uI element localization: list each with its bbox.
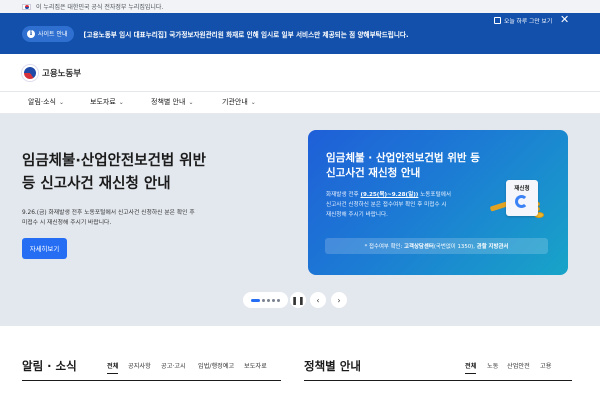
tab-all[interactable]: 전체 bbox=[107, 361, 119, 374]
hero-description-line: 미접수 시 재신청해 주시기 바랍니다. bbox=[22, 220, 112, 226]
tab-all[interactable]: 전체 bbox=[465, 361, 477, 374]
card-pill-office: 관할 지방관서 bbox=[476, 244, 509, 250]
card-pill-mid: (국번없이 1350), bbox=[433, 244, 476, 250]
policy-section-divider bbox=[304, 380, 572, 381]
nav-item-label[interactable]: 기관안내 bbox=[222, 97, 248, 107]
news-section-title: 알림 · 소식 bbox=[22, 359, 77, 373]
hero-title-line: 등 신고사건 재신청 안내 bbox=[22, 176, 171, 192]
nav-item-label[interactable]: 알림·소식 bbox=[28, 97, 56, 107]
chevron-down-icon: ⌄ bbox=[118, 98, 124, 106]
card-desc-line: 신고사건 신청하신 분은 접수여부 확인 후 미접수 시 bbox=[326, 202, 447, 208]
gov-banner-strip: 이 누리집은 대한민국 공식 전자정부 누리집입니다. bbox=[0, 0, 600, 13]
nav-item-policy[interactable]: 정책별 안내 ⌄ bbox=[151, 97, 193, 107]
card-title-line: 임금체불 · 산업안전보건법 위반 등 bbox=[326, 152, 480, 164]
hero-title: 임금체불·산업안전보건법 위반 등 신고사건 재신청 안내 bbox=[22, 150, 282, 196]
news-section-divider bbox=[22, 380, 281, 381]
nav-item-label[interactable]: 보도자료 bbox=[90, 97, 116, 107]
site-logo-text[interactable]: 고용노동부 bbox=[42, 67, 81, 79]
site-notice-badge-label: 사이트 안내 bbox=[38, 31, 68, 38]
tab-employment[interactable]: 고용 bbox=[540, 361, 551, 370]
chevron-down-icon: ⌄ bbox=[188, 98, 194, 106]
chevron-left-icon[interactable]: ‹ bbox=[310, 292, 326, 308]
nav-item-news[interactable]: 알림·소식 ⌄ bbox=[28, 97, 64, 107]
carousel-dot[interactable] bbox=[277, 298, 280, 302]
chevron-down-icon: ⌄ bbox=[250, 98, 256, 106]
chevron-right-icon[interactable]: › bbox=[331, 292, 347, 308]
dismiss-today-label[interactable]: 오늘 하루 그만 보기 bbox=[504, 16, 552, 25]
site-header: 고용노동부 bbox=[0, 54, 600, 91]
card-description: 화재발생 전후 (9.25(목)~9.28(일)) 노동포털에서 신고사건 신청… bbox=[326, 190, 486, 220]
tab-press[interactable]: 보도자료 bbox=[244, 361, 267, 370]
hero-description: 9.26.(금) 화재발생 전후 노동포털에서 신고사건 신청하신 분은 확인 … bbox=[22, 208, 262, 228]
site-notice-message: [고용노동부 임시 대표누리집] 국가정보자원관리원 화재로 인해 임시로 일부… bbox=[83, 30, 409, 39]
tab-notices[interactable]: 공지사항 bbox=[128, 361, 151, 370]
refresh-icon bbox=[515, 195, 528, 208]
checkbox-box[interactable] bbox=[494, 17, 501, 24]
policy-section-title: 정책별 안내 bbox=[304, 359, 361, 373]
card-pill-center: 고객상담센터 bbox=[404, 244, 434, 250]
document-label: 재신청 bbox=[514, 186, 530, 192]
card-desc-prefix: 화재발생 전후 bbox=[326, 192, 359, 198]
document-illustration: 재신청 bbox=[506, 180, 538, 216]
carousel-dot[interactable] bbox=[267, 298, 270, 302]
korean-flag-icon bbox=[22, 3, 31, 10]
chevron-down-icon: ⌄ bbox=[59, 98, 65, 106]
tab-labor[interactable]: 노동 bbox=[487, 361, 498, 370]
card-contact-pill: * 접수여부 확인: 고객상담센터 (국번없이 1350), 관할 지방관서 bbox=[325, 238, 548, 254]
nav-item-press[interactable]: 보도자료 ⌄ bbox=[90, 97, 124, 107]
tab-announcements[interactable]: 공고·고시 bbox=[161, 361, 186, 370]
card-desc-line: 재신청해 주시기 바랍니다. bbox=[326, 212, 388, 218]
nav-item-label[interactable]: 정책별 안내 bbox=[151, 97, 185, 107]
nav-item-about[interactable]: 기관안내 ⌄ bbox=[222, 97, 256, 107]
gov-banner-text: 이 누리집은 대한민국 공식 전자정부 누리집입니다. bbox=[36, 4, 164, 11]
card-title: 임금체불 · 산업안전보건법 위반 등 신고사건 재신청 안내 bbox=[326, 151, 546, 181]
government-emblem-icon[interactable] bbox=[22, 64, 38, 81]
tab-safety[interactable]: 산업안전 bbox=[507, 361, 530, 370]
main-navigation: 알림·소식 ⌄ 보도자료 ⌄ 정책별 안내 ⌄ 기관안내 ⌄ bbox=[0, 91, 600, 114]
card-desc-dates: (9.25(목)~9.28(일)) bbox=[360, 192, 419, 198]
carousel-pagination[interactable] bbox=[243, 292, 288, 308]
pause-icon[interactable]: ❚❚ bbox=[290, 292, 306, 308]
tab-legislation[interactable]: 입법/행정예고 bbox=[198, 361, 234, 370]
site-notice-badge: i 사이트 안내 bbox=[22, 25, 74, 42]
view-details-button[interactable]: 자세히보기 bbox=[22, 238, 67, 259]
hero-title-line: 임금체불·산업안전보건법 위반 bbox=[22, 153, 206, 169]
carousel-dot-active[interactable] bbox=[251, 298, 260, 302]
hero-description-line: 9.26.(금) 화재발생 전후 노동포털에서 신고사건 신청하신 분은 확인 … bbox=[22, 210, 195, 216]
carousel-dot[interactable] bbox=[262, 298, 265, 302]
card-pill-prefix: * 접수여부 확인: bbox=[364, 244, 403, 250]
dismiss-today-checkbox[interactable]: 오늘 하루 그만 보기 bbox=[494, 16, 552, 25]
close-icon[interactable]: ✕ bbox=[560, 14, 569, 25]
card-desc-suffix: 노동포털에서 bbox=[420, 192, 452, 198]
card-title-line: 신고사건 재신청 안내 bbox=[326, 167, 421, 179]
carousel-dot[interactable] bbox=[272, 298, 275, 302]
info-icon: i bbox=[27, 29, 35, 38]
